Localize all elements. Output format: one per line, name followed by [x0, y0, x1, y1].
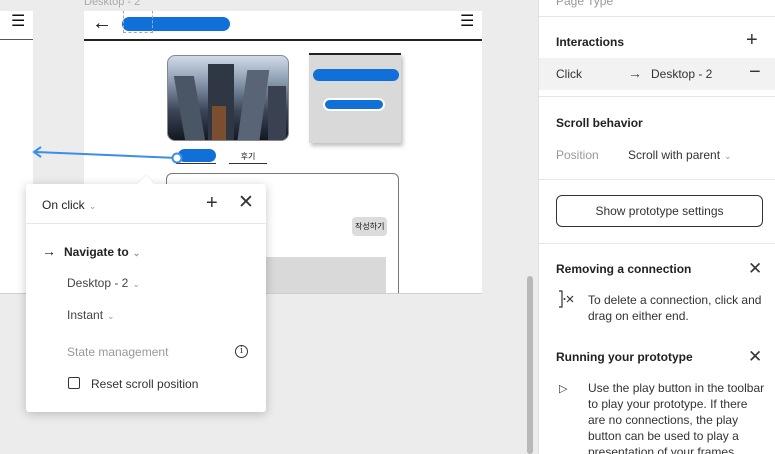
show-prototype-settings-button[interactable]: Show prototype settings: [556, 195, 763, 227]
placeholder-card[interactable]: [309, 53, 401, 143]
state-management-heading: State management: [67, 345, 169, 359]
trigger-label: On click: [42, 198, 85, 212]
reset-scroll-label[interactable]: Reset scroll position: [91, 377, 198, 391]
info-icon[interactable]: i: [235, 345, 248, 358]
tip-title: Removing a connection: [556, 262, 692, 276]
close-icon[interactable]: ✕: [748, 260, 762, 278]
panel-top-fragment: Page Type: [556, 0, 614, 8]
chevron-down-icon: ⌄: [107, 311, 115, 321]
link-underline: [176, 163, 216, 164]
hamburger-icon: ☰: [11, 13, 26, 30]
divider: [539, 243, 775, 244]
plus-icon[interactable]: +: [746, 30, 758, 50]
scroll-behavior-heading: Scroll behavior: [556, 116, 643, 130]
tip-body: Use the play button in the toolbar to pl…: [588, 381, 765, 454]
interactions-heading: Interactions: [556, 35, 625, 49]
placeholder-bar: [313, 69, 399, 81]
selected-link-placeholder[interactable]: [178, 149, 216, 162]
plus-icon[interactable]: +: [206, 193, 218, 213]
divider: [539, 16, 775, 17]
animation-dropdown[interactable]: Instant ⌄: [67, 308, 115, 322]
interaction-trigger: Click: [556, 67, 582, 81]
prototype-panel: Page Type Interactions + Click → Desktop…: [538, 0, 775, 454]
animation-label: Instant: [67, 308, 104, 322]
building-photo[interactable]: [167, 55, 289, 141]
header-rule: [0, 39, 33, 40]
reset-scroll-checkbox[interactable]: [68, 377, 80, 389]
frame-label[interactable]: Desktop - 2: [84, 0, 140, 8]
play-icon: ▷: [559, 383, 568, 395]
arrow-right-icon: →: [42, 243, 56, 259]
interaction-destination: Desktop - 2: [651, 67, 713, 81]
write-button[interactable]: 작성하기: [352, 217, 388, 236]
action-label: Navigate to: [64, 245, 129, 259]
tip-title: Running your prototype: [556, 350, 693, 364]
chevron-down-icon: ⌄: [132, 248, 141, 258]
tip-body: To delete a connection, click and drag o…: [588, 293, 762, 323]
design-canvas[interactable]: ☰ Desktop - 2 ← ☰ 후기 작성하기 On click ⌄ + ✕…: [0, 0, 538, 454]
placeholder-button[interactable]: [323, 98, 385, 111]
trigger-dropdown[interactable]: On click ⌄: [42, 198, 96, 212]
popover-header: On click ⌄ + ✕: [26, 184, 266, 224]
selection-outline: [123, 11, 153, 33]
header-rule: [84, 39, 482, 41]
minus-icon[interactable]: −: [749, 61, 761, 83]
close-icon[interactable]: ✕: [238, 193, 254, 213]
content-placeholder[interactable]: [264, 257, 386, 293]
arrow-right-icon: →: [628, 65, 642, 81]
divider: [539, 96, 775, 97]
connection-delete-icon: [559, 290, 574, 308]
interaction-popover[interactable]: On click ⌄ + ✕ → Navigate to ⌄ Desktop - 2 ⌄…: [26, 175, 266, 412]
position-value: Scroll with parent: [628, 148, 721, 162]
destination-label: Desktop - 2: [67, 276, 129, 290]
destination-dropdown[interactable]: Desktop - 2 ⌄: [67, 276, 140, 290]
review-tab[interactable]: 후기: [229, 151, 267, 164]
hamburger-icon[interactable]: ☰: [460, 14, 474, 30]
canvas-scrollbar[interactable]: [527, 276, 533, 454]
chevron-down-icon: ⌄: [132, 279, 140, 289]
interaction-row[interactable]: Click → Desktop - 2 −: [539, 58, 775, 90]
position-dropdown[interactable]: Scroll with parent ⌄: [628, 148, 732, 162]
chevron-down-icon: ⌄: [724, 151, 732, 161]
close-icon[interactable]: ✕: [748, 348, 762, 366]
back-arrow-icon[interactable]: ←: [92, 13, 112, 33]
divider: [539, 179, 775, 180]
action-dropdown[interactable]: → Navigate to ⌄: [42, 243, 140, 259]
position-label: Position: [556, 148, 599, 162]
chevron-down-icon: ⌄: [88, 201, 97, 211]
